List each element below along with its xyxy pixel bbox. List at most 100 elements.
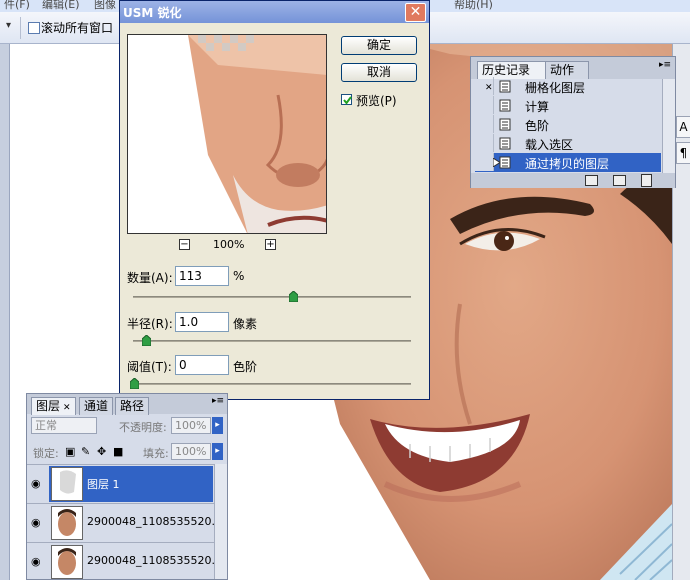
divider [20,17,21,39]
layer-thumbnail [51,467,83,501]
preview-checkbox[interactable] [341,94,352,105]
trash-icon[interactable] [641,174,652,187]
filter-preview[interactable] [127,34,327,234]
radius-unit: 像素 [233,317,258,331]
tool-preset-dropdown[interactable]: ▾ [6,20,11,31]
history-scrollbar[interactable] [662,79,675,173]
lock-move-icon[interactable]: ✥ [97,445,106,458]
amount-unit: % [233,269,245,283]
amount-input[interactable]: 113 [175,266,229,286]
paragraph-panel-button[interactable]: ¶ [676,142,690,164]
zoom-in-button[interactable]: + [265,239,276,250]
layer-row[interactable]: ◉ 2900048_1108535520... [27,503,227,542]
tab-channels[interactable]: 通道 [79,397,114,415]
eye-icon[interactable]: ◉ [31,555,45,568]
layers-tab-row: 图层 ✕ 通道 路径 ▸≡ [27,394,227,415]
menu-edit[interactable]: 编辑(E) [42,0,80,12]
left-toolbox-edge [0,44,10,580]
history-tab-row: 历史记录 ✕ 动作 ▸≡ [471,57,675,93]
history-snapshot-slot [475,153,494,171]
lock-all-icon[interactable]: ■ [113,445,123,458]
eye-icon[interactable]: ◉ [31,477,45,490]
history-snapshot-slot [475,115,494,133]
opacity-input[interactable]: 100% [171,417,211,434]
lock-brush-icon[interactable]: ✎ [81,445,90,458]
history-item-label: 色阶 [525,119,550,133]
history-item-selected[interactable]: 通过拷贝的图层 [475,153,661,172]
scroll-all-windows-checkbox[interactable] [28,22,40,34]
history-item-label: 栅格化图层 [525,81,586,95]
threshold-input[interactable]: 0 [175,355,229,375]
layer-row[interactable]: ◉ 图层 1 [27,464,227,503]
layer-row[interactable]: ◉ 2900048_1108535520... [27,542,227,581]
radius-slider-track[interactable] [133,340,411,342]
panel-menu-icon[interactable]: ▸≡ [659,60,671,70]
dialog-title-bar[interactable]: USM 锐化 ✕ [120,1,429,23]
layers-panel: 图层 ✕ 通道 路径 ▸≡ 正常 不透明度: 100% ▸ 锁定: ▣ ✎ ✥ ■… [26,393,228,580]
opacity-label: 不透明度: [119,421,167,434]
tab-actions-label: 动作 [550,63,575,77]
history-item-label: 计算 [525,100,550,114]
history-item-label: 载入选区 [525,138,574,152]
threshold-slider-track[interactable] [133,383,411,385]
history-item[interactable]: 栅格化图层 [475,77,661,96]
scroll-all-windows-label: 滚动所有窗口 [41,21,114,35]
tab-history-label: 历史记录 [482,63,531,77]
radius-input[interactable]: 1.0 [175,312,229,332]
dialog-title: USM 锐化 [123,6,182,20]
layers-scrollbar[interactable] [214,464,227,579]
history-snapshot-slot [475,77,494,95]
opacity-arrow-icon[interactable]: ▸ [212,417,223,434]
history-step-icon [499,99,511,112]
preview-label: 预览(P) [356,94,397,108]
fill-arrow-icon[interactable]: ▸ [212,443,223,460]
eye-icon[interactable]: ◉ [31,516,45,529]
history-step-icon [499,80,511,93]
fill-input[interactable]: 100% [171,443,211,460]
blend-mode-select[interactable]: 正常 [31,417,97,434]
threshold-slider-thumb[interactable] [130,378,139,389]
menu-image[interactable]: 图像 [94,0,116,12]
layer-name: 图层 1 [87,478,120,491]
threshold-unit: 色阶 [233,360,258,374]
lock-label: 锁定: [33,447,59,460]
tab-layers-label: 图层 [36,399,61,413]
zoom-out-button[interactable]: − [179,239,190,250]
tab-paths-label: 路径 [120,399,145,413]
ok-button[interactable]: 确定 [341,36,417,55]
layer-name: 2900048_1108535520... [87,515,222,528]
layer-name: 2900048_1108535520... [87,554,222,567]
history-item[interactable]: 色阶 [475,115,661,134]
history-item[interactable]: 载入选区 [475,134,661,153]
history-step-icon [499,137,511,150]
character-panel-button[interactable]: A [676,116,690,138]
menu-help[interactable]: 帮助(H) [454,0,493,12]
tab-paths[interactable]: 路径 [115,397,150,415]
close-icon[interactable]: ✕ [405,3,426,22]
cancel-button[interactable]: 取消 [341,63,417,82]
amount-slider-thumb[interactable] [289,291,298,302]
checkmark-icon [343,96,352,105]
threshold-label: 阈值(T): [127,360,172,374]
menu-file[interactable]: 件(F) [4,0,30,12]
tab-channels-label: 通道 [84,399,109,413]
camera-icon[interactable] [613,175,626,186]
close-icon[interactable]: ✕ [63,403,71,413]
blend-mode-value: 正常 [35,419,57,432]
layer-thumbnail [51,506,83,540]
panel-menu-icon[interactable]: ▸≡ [212,396,224,406]
history-item-label: 通过拷贝的图层 [525,157,610,171]
new-document-icon[interactable] [585,175,598,186]
amount-label: 数量(A): [127,271,173,285]
tab-layers[interactable]: 图层 ✕ [31,397,76,415]
history-item[interactable]: 计算 [475,96,661,115]
unsharp-mask-dialog: USM 锐化 ✕ 确定 取消 预览(P) − 100% + 数量(A): 113… [119,0,430,400]
fill-label: 填充: [143,447,169,460]
layer-thumbnail [51,545,83,579]
radius-slider-thumb[interactable] [142,335,151,346]
lock-transparency-icon[interactable]: ▣ [65,445,75,458]
amount-slider-track[interactable] [133,296,411,298]
history-footer [471,173,675,188]
history-panel: 历史记录 ✕ 动作 ▸≡ 栅格化图层 计算 色阶 载入选区 通过拷贝的图层 [470,56,676,188]
history-snapshot-slot [475,134,494,152]
